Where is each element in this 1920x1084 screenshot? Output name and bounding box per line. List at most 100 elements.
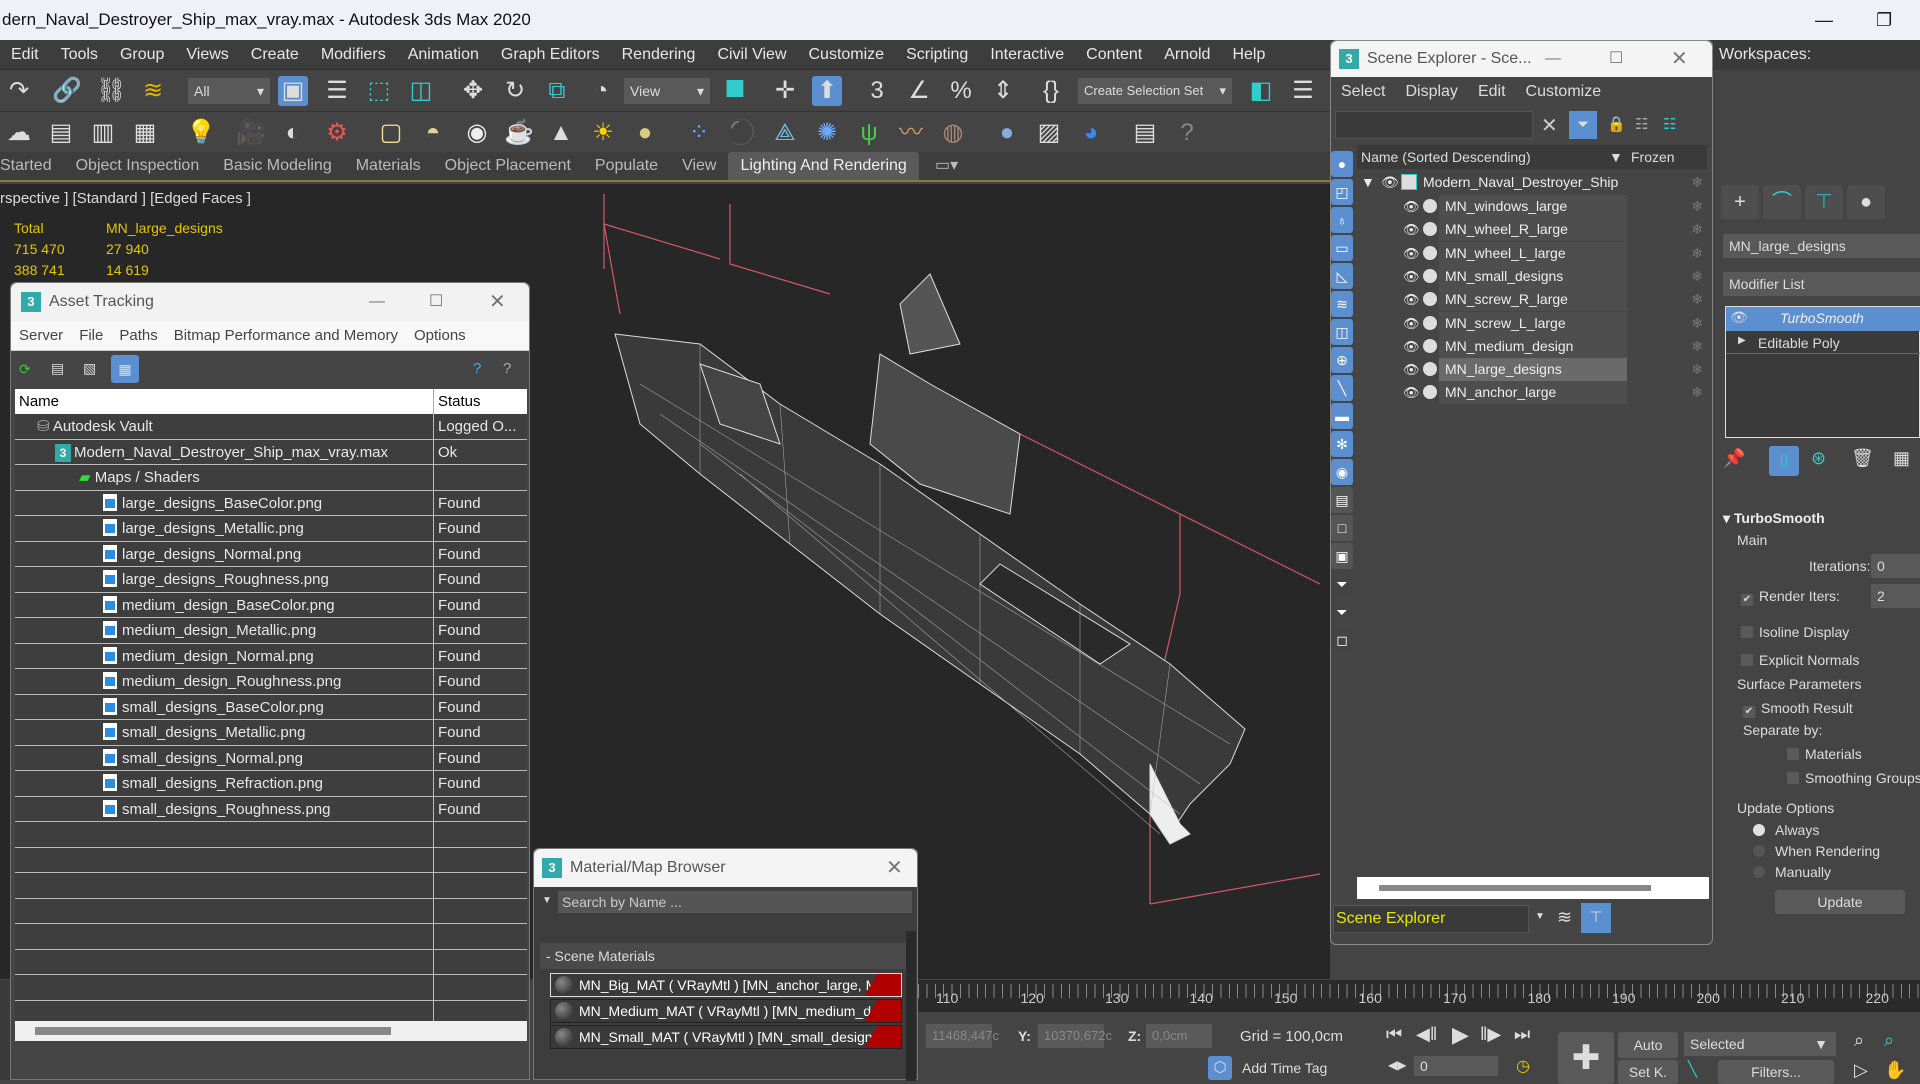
- visibility-eye-icon[interactable]: 👁: [1403, 312, 1420, 335]
- tab-object-inspection[interactable]: Object Inspection: [64, 152, 212, 180]
- y-coordinate-field[interactable]: 10370,672c: [1038, 1024, 1112, 1048]
- radio-manually[interactable]: Manually: [1753, 864, 1831, 880]
- render-dot-icon[interactable]: [1423, 315, 1437, 330]
- percent-snap-icon[interactable]: %: [946, 76, 976, 106]
- table-row[interactable]: [15, 975, 527, 1001]
- place-icon[interactable]: ◔: [586, 76, 616, 106]
- asset-horizontal-scrollbar[interactable]: [15, 1021, 527, 1041]
- filters-button[interactable]: Filters...: [1718, 1060, 1834, 1084]
- tree-root[interactable]: ▼ 👁 Modern_Naval_Destroyer_Ship ❄: [1357, 171, 1707, 194]
- column-name-sorted[interactable]: Name (Sorted Descending): [1357, 149, 1531, 165]
- ribbon-options-icon[interactable]: ▭▾: [923, 152, 970, 180]
- scene-object-item[interactable]: 👁 MN_screw_R_large ❄: [1357, 288, 1707, 312]
- molecule-icon[interactable]: ⚫: [726, 118, 756, 148]
- visibility-eye-icon[interactable]: 👁: [1403, 242, 1420, 265]
- robot-icon[interactable]: ⚙: [322, 118, 352, 148]
- key-tangent-icon[interactable]: ╲: [1688, 1060, 1697, 1078]
- menu-interactive[interactable]: Interactive: [979, 40, 1075, 70]
- column-status[interactable]: Status: [434, 389, 527, 414]
- frozen-icon[interactable]: ❄: [1691, 335, 1703, 358]
- frozen-icon[interactable]: ❄: [1691, 312, 1703, 335]
- maximize-icon[interactable]: ☐: [429, 283, 443, 321]
- table-row[interactable]: [15, 873, 527, 899]
- material-item[interactable]: MN_Big_MAT ( VRayMtl ) [MN_anchor_large,…: [550, 973, 902, 997]
- cameras-filter-icon[interactable]: ▭: [1331, 235, 1353, 261]
- menu-graph-editors[interactable]: Graph Editors: [490, 40, 611, 70]
- select-manipulate-icon[interactable]: ✛: [770, 76, 800, 106]
- material-search-input[interactable]: Search by Name ...: [558, 891, 912, 913]
- expand-arrow-icon[interactable]: ▼: [1361, 171, 1375, 194]
- keyboard-shortcut-override-icon[interactable]: ⬆: [812, 76, 842, 106]
- table-row[interactable]: small_designs_Roughness.png Found: [15, 796, 527, 822]
- frozen-icon[interactable]: ❄: [1691, 242, 1703, 265]
- render-frame-icon[interactable]: ▤: [46, 118, 76, 148]
- show-end-result-icon[interactable]: ▯: [1769, 446, 1799, 476]
- create-tab-icon[interactable]: +: [1721, 185, 1759, 219]
- pan-icon[interactable]: ✋: [1884, 1060, 1906, 1081]
- table-row[interactable]: [15, 847, 527, 873]
- redo-icon[interactable]: ↷: [4, 76, 34, 106]
- table-row[interactable]: [15, 898, 527, 924]
- menu-bitmap-performance[interactable]: Bitmap Performance and Memory: [166, 327, 406, 344]
- auto-key-button[interactable]: Auto: [1618, 1032, 1678, 1058]
- vault-help-icon[interactable]: ?: [473, 360, 481, 377]
- table-row[interactable]: medium_design_Normal.png Found: [15, 643, 527, 669]
- close-icon[interactable]: ✕: [489, 283, 506, 321]
- invert-display-icon[interactable]: ▣: [1331, 543, 1353, 569]
- minimize-button[interactable]: —: [1815, 0, 1833, 40]
- table-row[interactable]: small_designs_Metallic.png Found: [15, 720, 527, 746]
- tab-getting-started[interactable]: Started: [0, 152, 64, 180]
- align-icon[interactable]: ☰: [1288, 76, 1318, 106]
- frozen-icon[interactable]: ❄: [1691, 171, 1703, 194]
- modify-tab-icon[interactable]: ⌒: [1763, 185, 1801, 219]
- render-dot-icon[interactable]: [1423, 362, 1437, 377]
- teapot-icon[interactable]: ☕: [504, 118, 534, 148]
- workspaces-selector[interactable]: Workspaces:Design Standard: [1713, 40, 1920, 108]
- menu-edit[interactable]: Edit: [0, 40, 50, 70]
- scrollbar-thumb[interactable]: [1379, 885, 1651, 891]
- menu-animation[interactable]: Animation: [397, 40, 490, 70]
- xrefs-filter-icon[interactable]: ⊕: [1331, 347, 1353, 373]
- render-dot-icon[interactable]: [1423, 338, 1437, 353]
- sync-selection-icon[interactable]: ☷: [1663, 115, 1676, 133]
- hierarchy-tab-icon[interactable]: ⊤: [1805, 185, 1843, 219]
- camera-sequencer-icon[interactable]: ◐: [278, 118, 308, 148]
- menu-customize[interactable]: Customize: [798, 40, 896, 70]
- tree-view-icon[interactable]: ▧: [83, 360, 96, 377]
- scene-object-item[interactable]: 👁 MN_wheel_L_large ❄: [1357, 241, 1707, 265]
- frozen-icon[interactable]: ❄: [1691, 381, 1703, 404]
- visibility-eye-icon[interactable]: 👁: [1381, 171, 1399, 194]
- material-item[interactable]: MN_Small_MAT ( VRayMtl ) [MN_small_desig…: [550, 1025, 902, 1049]
- layers-icon[interactable]: ≋: [1557, 907, 1572, 928]
- menu-paths[interactable]: Paths: [111, 327, 165, 344]
- scene-object-item[interactable]: 👁 MN_anchor_large ❄: [1357, 381, 1707, 405]
- shapes-filter-icon[interactable]: ◰: [1331, 179, 1353, 205]
- render-setup-icon[interactable]: ▤: [1130, 118, 1160, 148]
- selection-set-dropdown[interactable]: Create Selection Set ▾: [1078, 78, 1232, 104]
- lock-icon[interactable]: 🔒: [1607, 115, 1626, 133]
- table-row[interactable]: ▰ Maps / Shaders: [15, 465, 527, 491]
- selection-filter-dropdown[interactable]: All ▾: [188, 78, 270, 104]
- menu-arnold[interactable]: Arnold: [1153, 40, 1221, 70]
- scene-object-item[interactable]: 👁 MN_windows_large ❄: [1357, 195, 1707, 218]
- scene-explorer-titlebar[interactable]: 3 Scene Explorer - Sce... — ☐ ✕: [1331, 41, 1712, 77]
- render-dot-icon[interactable]: [1423, 199, 1437, 213]
- bracket-icon[interactable]: ◻: [1331, 627, 1353, 653]
- visibility-eye-icon[interactable]: 👁: [1403, 288, 1420, 311]
- pivot-center-icon[interactable]: ⯀: [720, 76, 750, 106]
- explicit-normals-checkbox[interactable]: Explicit Normals: [1741, 652, 1859, 668]
- table-row[interactable]: large_designs_Normal.png Found: [15, 541, 527, 567]
- menu-edit[interactable]: Edit: [1468, 83, 1516, 100]
- close-icon[interactable]: ✕: [886, 849, 903, 887]
- go-to-end-icon[interactable]: ⏭: [1514, 1024, 1530, 1045]
- angle-snap-icon[interactable]: ∠: [904, 76, 934, 106]
- material-item[interactable]: MN_Medium_MAT ( VRayMtl ) [MN_medium_d..…: [550, 999, 902, 1023]
- stack-item-turbosmooth[interactable]: 👁 TurboSmooth: [1726, 307, 1920, 331]
- remove-modifier-icon[interactable]: 🗑: [1851, 448, 1874, 469]
- render-region-icon[interactable]: ◕: [1076, 118, 1106, 148]
- scrollbar-thumb[interactable]: [35, 1027, 391, 1035]
- tab-object-placement[interactable]: Object Placement: [433, 152, 583, 180]
- menu-civil-view[interactable]: Civil View: [706, 40, 797, 70]
- rectangular-selection-icon[interactable]: ⬚: [364, 76, 394, 106]
- link-icon[interactable]: 🔗: [52, 76, 82, 106]
